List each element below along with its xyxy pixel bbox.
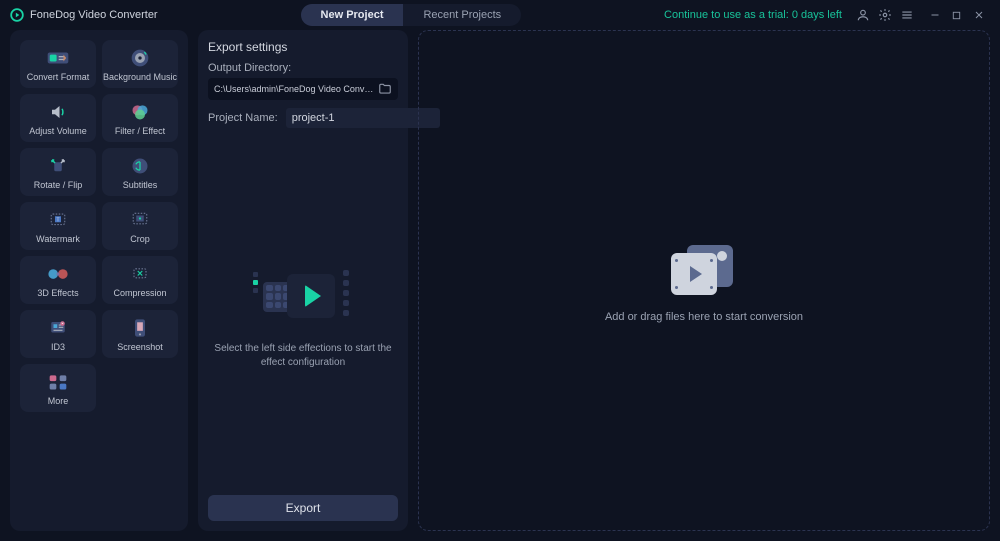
export-settings-panel: Export settings Output Directory: C:\Use…	[198, 30, 408, 531]
tool-label: More	[48, 396, 69, 406]
trial-status-link[interactable]: Continue to use as a trial: 0 days left	[664, 9, 842, 21]
tool-label: Filter / Effect	[115, 126, 165, 136]
tool-label: Rotate / Flip	[34, 180, 83, 190]
tool-crop[interactable]: Crop	[102, 202, 178, 250]
effect-hint-text: Select the left side effections to start…	[208, 342, 398, 370]
tool-adjust-volume[interactable]: Adjust Volume	[20, 94, 96, 142]
menu-icon[interactable]	[896, 4, 918, 26]
project-name-input[interactable]	[286, 108, 440, 128]
effect-placeholder-icon	[253, 262, 353, 326]
title-bar: FoneDog Video Converter New Project Rece…	[0, 0, 1000, 30]
tool-label: Adjust Volume	[29, 126, 87, 136]
tool-label: Compression	[113, 288, 166, 298]
tool-label: Screenshot	[117, 342, 163, 352]
tool-label: Subtitles	[123, 180, 158, 190]
subtitles-icon	[130, 155, 150, 177]
rotate-flip-icon	[48, 155, 68, 177]
export-button[interactable]: Export	[208, 495, 398, 521]
tab-new-project[interactable]: New Project	[301, 4, 404, 26]
account-icon[interactable]	[852, 4, 874, 26]
app-title: FoneDog Video Converter	[30, 9, 158, 21]
tool-label: 3D Effects	[37, 288, 78, 298]
browse-folder-icon[interactable]	[378, 82, 392, 96]
app-logo-icon	[10, 8, 24, 22]
tool-watermark[interactable]: T Watermark	[20, 202, 96, 250]
tool-3d-effects[interactable]: 3D Effects	[20, 256, 96, 304]
export-settings-title: Export settings	[208, 40, 398, 54]
filter-effect-icon	[130, 101, 150, 123]
tool-convert-format[interactable]: Convert Format	[20, 40, 96, 88]
maximize-button[interactable]	[946, 4, 968, 26]
tool-id3[interactable]: ID3	[20, 310, 96, 358]
tool-subtitles[interactable]: Subtitles	[102, 148, 178, 196]
settings-gear-icon[interactable]	[874, 4, 896, 26]
project-tabs: New Project Recent Projects	[301, 4, 522, 26]
minimize-button[interactable]	[924, 4, 946, 26]
compression-icon	[130, 263, 150, 285]
tool-label: Background Music	[103, 72, 177, 82]
output-directory-field[interactable]: C:\Users\admin\FoneDog Video Converter\C…	[208, 78, 398, 100]
screenshot-icon	[131, 317, 149, 339]
tool-label: Watermark	[36, 234, 80, 244]
id3-icon	[48, 317, 68, 339]
tool-label: ID3	[51, 342, 65, 352]
output-directory-value: C:\Users\admin\FoneDog Video Converter\C…	[214, 84, 378, 94]
file-drop-zone[interactable]: Add or drag files here to start conversi…	[418, 30, 990, 531]
tool-filter-effect[interactable]: Filter / Effect	[102, 94, 178, 142]
tool-label: Convert Format	[27, 72, 90, 82]
more-icon	[48, 371, 68, 393]
crop-icon	[130, 209, 150, 231]
project-name-label: Project Name:	[208, 112, 278, 124]
tool-rotate-flip[interactable]: Rotate / Flip	[20, 148, 96, 196]
3d-effects-icon	[47, 263, 69, 285]
tool-compression[interactable]: Compression	[102, 256, 178, 304]
tool-screenshot[interactable]: Screenshot	[102, 310, 178, 358]
close-button[interactable]	[968, 4, 990, 26]
tool-label: Crop	[130, 234, 150, 244]
background-music-icon	[130, 47, 150, 69]
convert-format-icon	[47, 47, 69, 69]
drop-zone-hint: Add or drag files here to start conversi…	[605, 311, 803, 323]
watermark-icon: T	[48, 209, 68, 231]
tab-recent-projects[interactable]: Recent Projects	[403, 4, 521, 26]
tool-more[interactable]: More	[20, 364, 96, 412]
output-directory-label: Output Directory:	[208, 62, 398, 74]
tools-sidebar: Convert Format Background Music Adjust Vol…	[10, 30, 188, 531]
adjust-volume-icon	[48, 101, 68, 123]
tool-background-music[interactable]: Background Music	[102, 40, 178, 88]
drop-zone-icon	[669, 239, 739, 289]
